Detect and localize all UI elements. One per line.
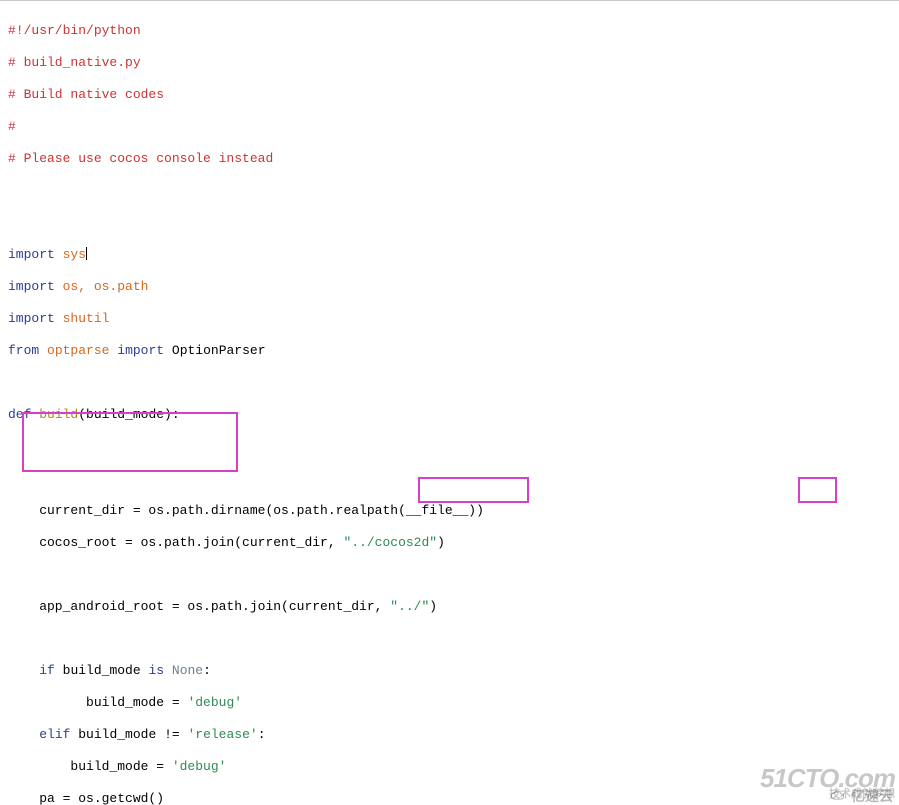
string-literal: 'release'	[187, 727, 257, 742]
keyword-if: if	[39, 663, 55, 678]
module-name: optparse	[47, 343, 109, 358]
code-text: build_mode !=	[78, 727, 187, 742]
keyword-def: def	[8, 407, 31, 422]
text-caret	[86, 247, 87, 260]
function-name: build	[39, 407, 78, 422]
comment-line: # Build native codes	[8, 87, 164, 102]
shebang-line: #!/usr/bin/python	[8, 23, 141, 38]
keyword-import: import	[8, 279, 55, 294]
code-text: build_mode	[63, 663, 149, 678]
code-text: )	[437, 535, 445, 550]
code-text: )	[429, 599, 437, 614]
comment-line: #	[8, 119, 16, 134]
keyword-from: from	[8, 343, 39, 358]
code-editor-view: #!/usr/bin/python # build_native.py # Bu…	[0, 0, 899, 805]
code-text: app_android_root = os.path.join(current_…	[8, 599, 390, 614]
keyword-import: import	[8, 311, 55, 326]
code-text: pa = os.getcwd()	[8, 791, 164, 805]
code-text: build_mode =	[8, 759, 172, 774]
keyword-elif: elif	[39, 727, 70, 742]
string-literal: "../"	[390, 599, 429, 614]
code-text: cocos_root = os.path.join(current_dir,	[8, 535, 343, 550]
code-text: build_mode =	[8, 695, 187, 710]
code-text: (build_mode):	[78, 407, 179, 422]
code-text: current_dir = os.path.dirname(os.path.re…	[8, 503, 484, 518]
module-name: shutil	[63, 311, 110, 326]
string-literal: "../cocos2d"	[343, 535, 437, 550]
code-content[interactable]: #!/usr/bin/python # build_native.py # Bu…	[0, 1, 899, 805]
keyword-is: is	[148, 663, 164, 678]
module-name: sys	[63, 247, 86, 262]
string-literal: 'debug'	[187, 695, 242, 710]
class-name: OptionParser	[172, 343, 266, 358]
keyword-import: import	[117, 343, 164, 358]
comment-line: # build_native.py	[8, 55, 141, 70]
string-literal: 'debug'	[172, 759, 227, 774]
keyword-import: import	[8, 247, 55, 262]
comment-line: # Please use cocos console instead	[8, 151, 273, 166]
module-name: os, os.path	[63, 279, 149, 294]
const-none: None	[172, 663, 203, 678]
